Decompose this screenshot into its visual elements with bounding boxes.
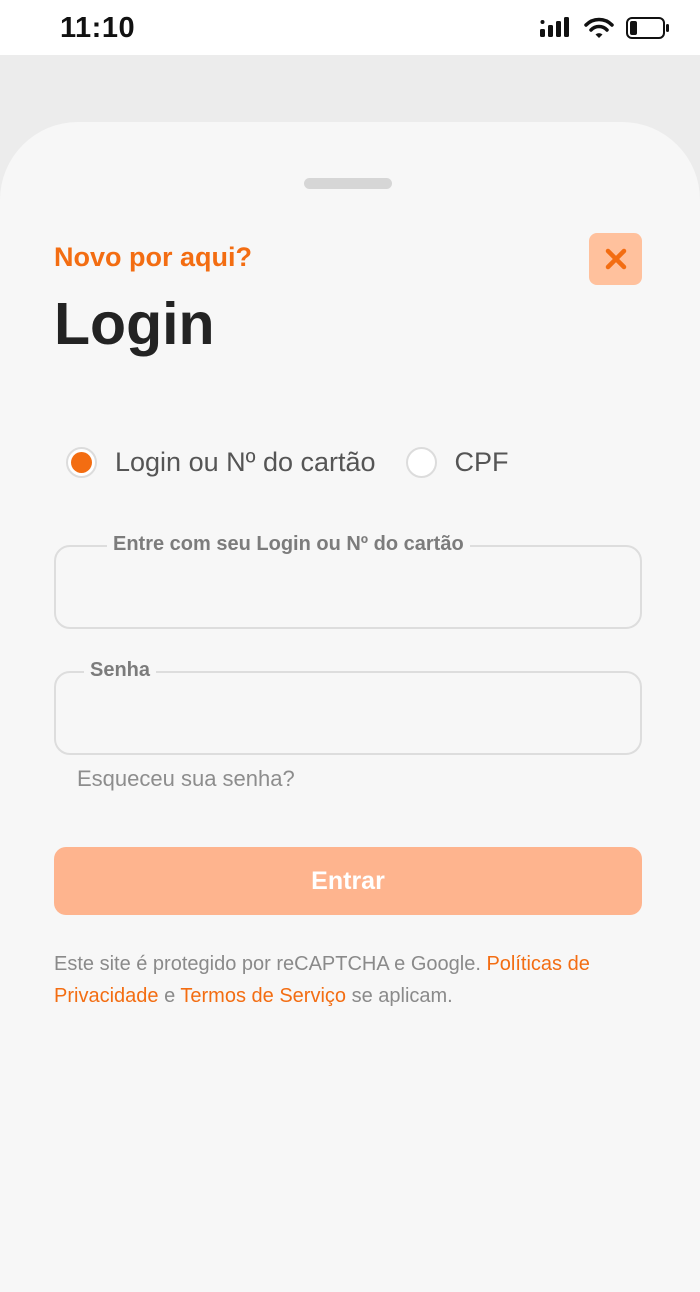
- new-here-subtitle: Novo por aqui?: [54, 242, 252, 272]
- legal-text-2: e: [158, 985, 181, 1007]
- status-bar: 11:10: [0, 0, 700, 55]
- battery-icon: [626, 17, 669, 39]
- login-sheet: Novo por aqui? Login Login ou Nº do cart…: [0, 122, 700, 1292]
- option-cpf: CPF: [405, 446, 509, 478]
- terms-of-service-link[interactable]: Termos de Serviço: [180, 985, 346, 1007]
- password-field: Senha: [54, 659, 642, 755]
- sheet-drag-handle[interactable]: [304, 178, 392, 189]
- radio-login-card-label[interactable]: Login ou Nº do cartão: [115, 447, 376, 478]
- login-input[interactable]: [56, 547, 640, 627]
- password-input[interactable]: [56, 673, 640, 753]
- login-field: Entre com seu Login ou Nº do cartão: [54, 533, 642, 629]
- cellular-signal-icon: [540, 17, 569, 37]
- recaptcha-notice: Este site é protegido por reCAPTCHA e Go…: [54, 948, 654, 1012]
- close-icon: [605, 248, 626, 270]
- radio-cpf-label[interactable]: CPF: [455, 447, 509, 478]
- legal-text-3: se aplicam.: [346, 985, 453, 1007]
- submit-button[interactable]: Entrar: [54, 847, 642, 915]
- status-time: 11:10: [60, 12, 136, 44]
- legal-text-1: Este site é protegido por reCAPTCHA e Go…: [54, 953, 487, 975]
- forgot-password-link[interactable]: Esqueceu sua senha?: [77, 766, 295, 792]
- login-type-selector: Login ou Nº do cartão CPF: [66, 445, 509, 479]
- page-title: Login: [54, 291, 215, 357]
- radio-login-card[interactable]: [66, 446, 97, 478]
- radio-cpf[interactable]: [405, 446, 437, 478]
- radio-selected-dot: [71, 451, 92, 473]
- close-button[interactable]: [589, 233, 642, 285]
- status-icons: [540, 14, 670, 42]
- wifi-icon: [584, 17, 614, 38]
